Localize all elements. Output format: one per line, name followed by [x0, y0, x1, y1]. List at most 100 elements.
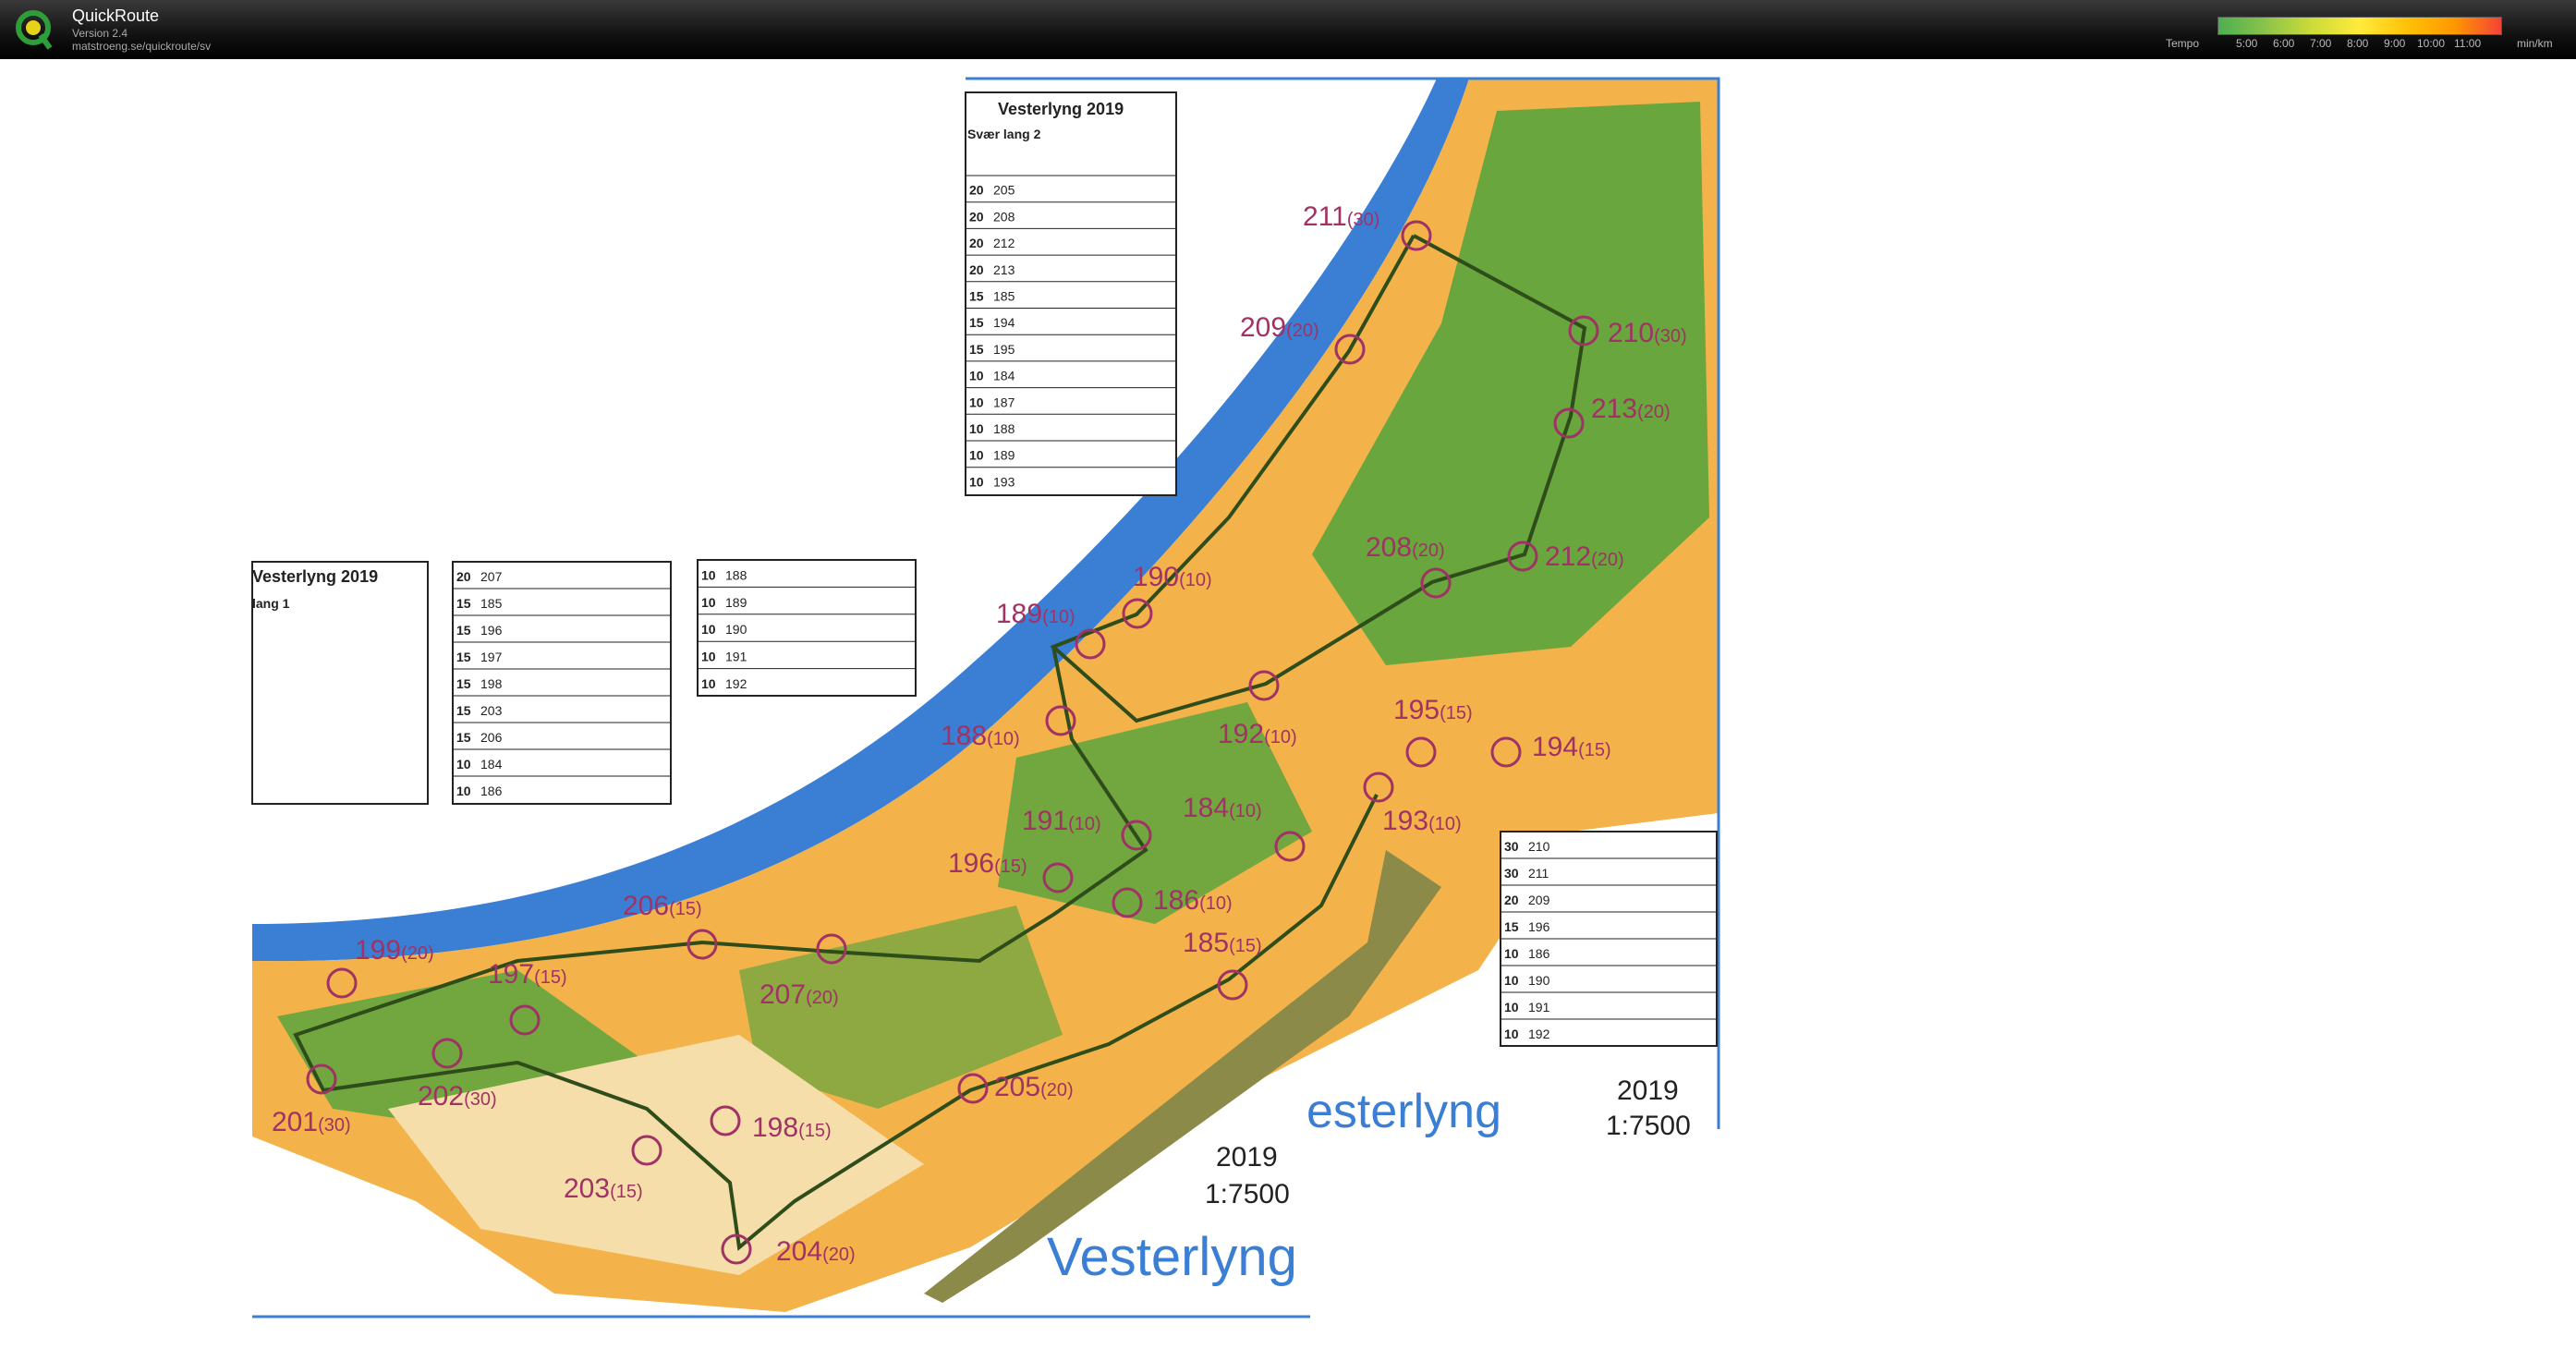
control-points: (20)	[1286, 321, 1319, 341]
desc-points: 30	[1504, 839, 1519, 854]
desc-code: 192	[725, 676, 747, 691]
control-description-top: Vesterlyng 2019 Svær lang 2 20 205 20 208 20…	[965, 91, 1177, 496]
desc-points: 10	[969, 369, 984, 383]
desc-points: 15	[456, 703, 471, 718]
control-number: 211	[1303, 201, 1347, 232]
control-number: 201	[272, 1107, 318, 1137]
control-description-mid: 20 207 15 185 15 196 15 197 15 198 15 203 15 206 10 184…	[452, 561, 672, 805]
desc-points: 20	[456, 569, 471, 584]
control-number: 204	[776, 1236, 822, 1267]
tempo-tick: 8:00	[2347, 37, 2369, 50]
desc-points: 10	[456, 757, 471, 772]
control-number: 210	[1608, 318, 1654, 348]
desc-code: 188	[993, 421, 1015, 436]
control-points: (30)	[1347, 210, 1380, 230]
desc-points: 15	[969, 315, 984, 330]
control-points: (20)	[806, 988, 839, 1008]
desc-title: Vesterlyng 2019	[252, 567, 378, 586]
desc-code: 210	[1528, 839, 1550, 854]
desc-points: 10	[1504, 973, 1519, 988]
map-year: 2019	[1617, 1075, 1679, 1106]
desc-code: 185	[993, 289, 1015, 304]
control-points: (15)	[610, 1182, 643, 1202]
map-year: 2019	[1216, 1142, 1278, 1173]
control-number: 213	[1591, 394, 1637, 424]
control-points: (10)	[1068, 814, 1101, 834]
desc-code: 189	[993, 448, 1015, 463]
tempo-tick: 10:00	[2417, 37, 2446, 50]
desc-points: 15	[456, 596, 471, 611]
desc-code: 190	[725, 622, 747, 637]
desc-points: 10	[969, 474, 984, 489]
desc-code: 208	[993, 209, 1015, 224]
control-number: 205	[994, 1072, 1040, 1102]
desc-points: 10	[969, 448, 984, 463]
app-url[interactable]: matstroeng.se/quickroute/sv	[72, 40, 211, 53]
desc-code: 194	[993, 315, 1015, 330]
control-points: (15)	[669, 899, 702, 919]
desc-code: 191	[725, 650, 747, 664]
desc-points: 15	[456, 650, 471, 664]
control-number: 209	[1240, 312, 1286, 343]
control-description-left: Vesterlyng 2019 lang 1	[251, 561, 429, 805]
desc-points: 20	[969, 262, 984, 277]
desc-code: 193	[993, 474, 1015, 489]
desc-points: 15	[456, 730, 471, 745]
control-points: (30)	[464, 1089, 497, 1110]
control-points: (15)	[1229, 936, 1262, 956]
control-number: 184	[1183, 793, 1229, 823]
control-number: 190	[1133, 562, 1179, 592]
tempo-unit: min/km	[2517, 37, 2553, 50]
desc-points: 20	[1504, 893, 1519, 907]
control-number: 206	[623, 891, 669, 921]
control-points: (20)	[1591, 550, 1624, 570]
desc-points: 10	[456, 784, 471, 798]
desc-code: 203	[480, 703, 503, 718]
control-points: (20)	[1040, 1080, 1074, 1100]
desc-points: 10	[701, 622, 716, 637]
desc-code: 191	[1528, 1000, 1550, 1015]
tempo-tick: 9:00	[2384, 37, 2406, 50]
control-points: (10)	[987, 729, 1020, 749]
desc-points: 20	[969, 209, 984, 224]
desc-points: 15	[1504, 919, 1519, 934]
control-points: (15)	[994, 857, 1027, 877]
desc-points: 20	[969, 236, 984, 250]
desc-points: 10	[1504, 1000, 1519, 1015]
control-points: (10)	[1428, 814, 1462, 834]
desc-code: 209	[1528, 893, 1550, 907]
control-points: (15)	[1578, 740, 1611, 760]
desc-title: Vesterlyng 2019	[998, 100, 1124, 118]
control-points: (20)	[401, 943, 434, 964]
tempo-tick: 5:00	[2236, 37, 2258, 50]
desc-points: 10	[701, 676, 716, 691]
control-points: (10)	[1199, 893, 1233, 914]
desc-code: 198	[480, 676, 503, 691]
desc-code: 188	[725, 567, 747, 582]
control-points: (15)	[1440, 703, 1473, 723]
orienteering-map[interactable]: 211(30) 209(20) 210(30) 213(20) 208(20) …	[0, 59, 2576, 1361]
desc-code: 195	[993, 342, 1015, 357]
control-description-small: 10 188 10 189 10 190 10 191 10 192	[697, 559, 917, 697]
desc-points: 15	[456, 676, 471, 691]
tempo-tick: 11:00	[2454, 37, 2482, 50]
tempo-label: Tempo	[2166, 37, 2200, 50]
desc-code: 207	[480, 569, 503, 584]
control-number: 202	[418, 1081, 464, 1112]
desc-code: 196	[480, 623, 503, 638]
desc-code: 205	[993, 183, 1015, 198]
control-number: 194	[1532, 732, 1578, 762]
map-scale: 1:7500	[1606, 1111, 1691, 1141]
quickroute-logo	[16, 10, 53, 50]
app-version: Version 2.4	[72, 27, 128, 40]
desc-points: 10	[1504, 1027, 1519, 1041]
control-points: (30)	[318, 1115, 351, 1136]
control-description-right: 30 210 30 211 20 209 15 196 10 186 10 190 10 191 10 192	[1500, 831, 1718, 1047]
map-scale: 1:7500	[1205, 1179, 1290, 1209]
control-number: 195	[1393, 695, 1440, 725]
desc-points: 10	[969, 395, 984, 409]
control-number: 207	[759, 979, 806, 1010]
app-header: QuickRoute Version 2.4 matstroeng.se/qui…	[0, 0, 2576, 59]
desc-points: 10	[701, 650, 716, 664]
desc-code: 185	[480, 596, 503, 611]
